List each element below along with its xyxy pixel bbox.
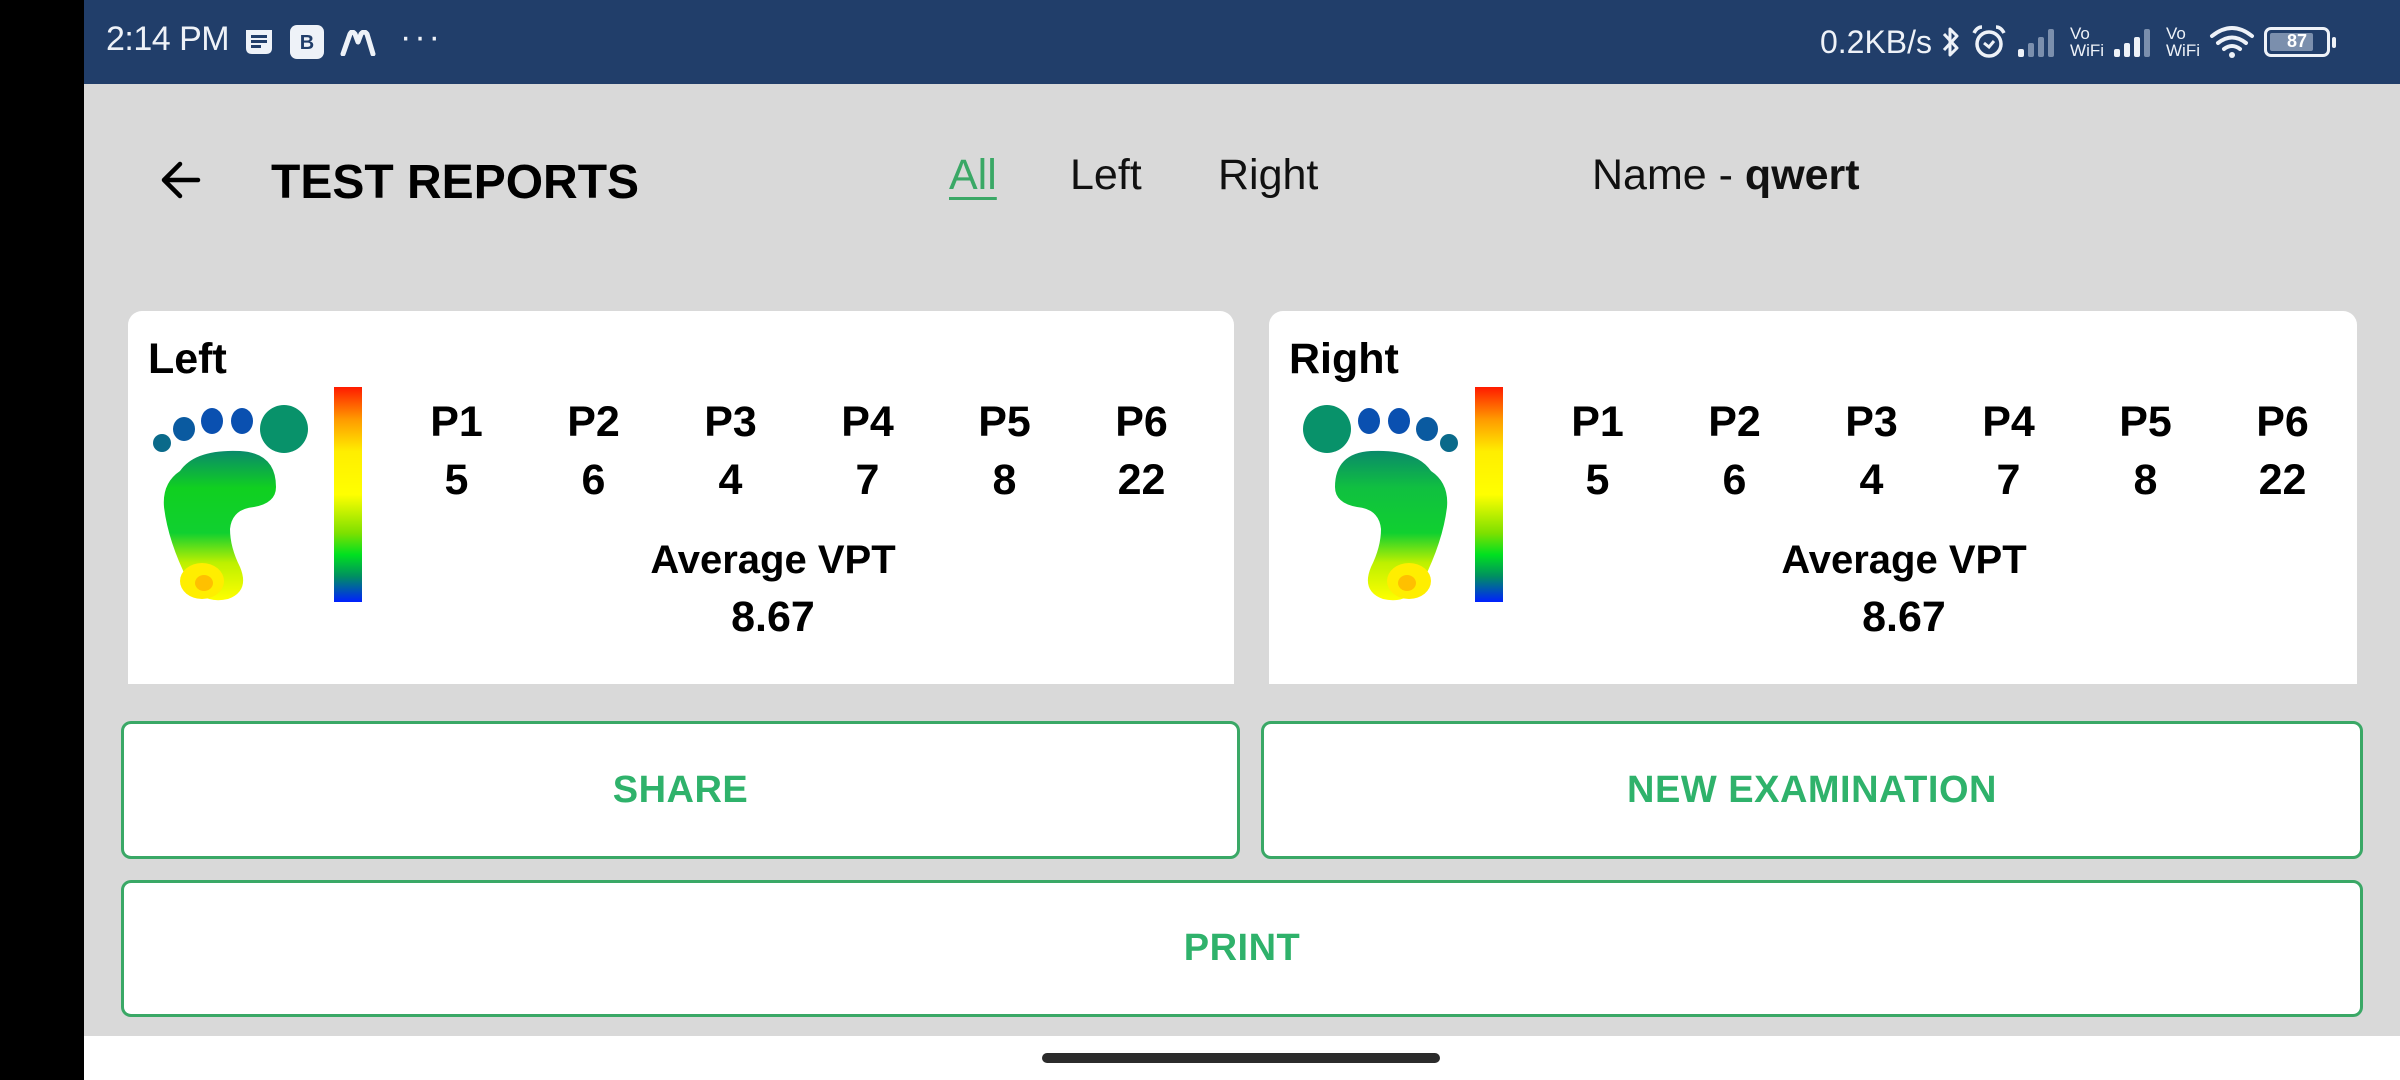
screen-edge [0,0,84,1080]
tab-all[interactable]: All [949,151,997,200]
point-p2: P2 6 [567,398,620,504]
vowifi-1-icon: Vo WiFi [2070,24,2105,60]
average-vpt-label: Average VPT [650,538,896,582]
home-indicator[interactable] [1042,1053,1440,1063]
share-button[interactable]: SHARE [121,721,1240,859]
point-p6: P6 22 [2256,398,2309,504]
point-p4: P4 7 [1982,398,2035,504]
pressure-color-scale [334,387,362,602]
point-p4: P4 7 [841,398,894,504]
point-p5: P5 8 [2119,398,2172,504]
alarm-icon [1972,25,2006,58]
notes-icon [246,30,272,54]
pressure-color-scale [1475,387,1503,602]
report-card-left: Left P1 5 P2 6 P3 4 P4 7 P5 8 P6 22 Aver… [128,311,1234,684]
point-p5: P5 8 [978,398,1031,504]
average-vpt: Average VPT 8.67 [528,533,1018,646]
report-card-right: Right P1 5 P2 6 P3 4 P4 7 P5 8 P6 22 Ave… [1269,311,2357,684]
average-vpt-label: Average VPT [1781,538,2027,582]
point-p2: P2 6 [1708,398,1761,504]
system-nav-bar [84,1036,2400,1080]
point-p1: P1 5 [1571,398,1624,504]
average-vpt: Average VPT 8.67 [1659,533,2149,646]
average-vpt-value: 8.67 [1862,593,1946,641]
card-title: Right [1289,335,1399,383]
right-foot-heatmap-icon [1303,405,1458,601]
page-title: TEST REPORTS [271,156,640,209]
print-button[interactable]: PRINT [121,880,2363,1017]
point-p1: P1 5 [430,398,483,504]
bluetooth-icon [1942,27,1959,57]
b-app-icon: B [290,25,324,59]
left-foot-heatmap-icon [153,405,308,601]
average-vpt-value: 8.67 [731,593,815,641]
point-values: P1 5 P2 6 P3 4 P4 7 P5 8 P6 22 [1529,394,2351,510]
tab-left[interactable]: Left [1070,151,1142,200]
patient-name-label: Name - [1592,151,1745,199]
signal-2-icon [2114,29,2151,57]
app-screen: 2:14 PM B ··· 0.2KB/s Vo WiFi Vo WiFi 87… [84,0,2400,1080]
patient-name: Name - qwert [1592,151,1860,200]
battery-level: 87 [2286,31,2308,51]
point-p3: P3 4 [704,398,757,504]
m-app-icon [340,30,376,56]
point-p3: P3 4 [1845,398,1898,504]
more-dots-icon: ··· [400,18,443,56]
net-speed: 0.2KB/s [1819,23,1933,60]
new-examination-button[interactable]: NEW EXAMINATION [1261,721,2363,859]
signal-1-icon [2018,29,2055,57]
vowifi-2-icon: Vo WiFi [2166,24,2200,60]
card-title: Left [148,335,227,383]
battery-icon: 87 [2264,27,2336,57]
patient-name-value: qwert [1744,151,1860,199]
status-right-icons: 0.2KB/s Vo WiFi Vo WiFi 87 [1819,14,2336,70]
status-time: 2:14 PM [106,20,230,58]
status-bar: 2:14 PM B ··· 0.2KB/s Vo WiFi Vo WiFi 87 [84,0,2400,84]
point-values: P1 5 P2 6 P3 4 P4 7 P5 8 P6 22 [388,394,1210,510]
back-arrow-icon[interactable] [154,150,214,210]
tab-right[interactable]: Right [1218,151,1318,200]
point-p6: P6 22 [1115,398,1168,504]
wifi-icon [2210,26,2254,58]
